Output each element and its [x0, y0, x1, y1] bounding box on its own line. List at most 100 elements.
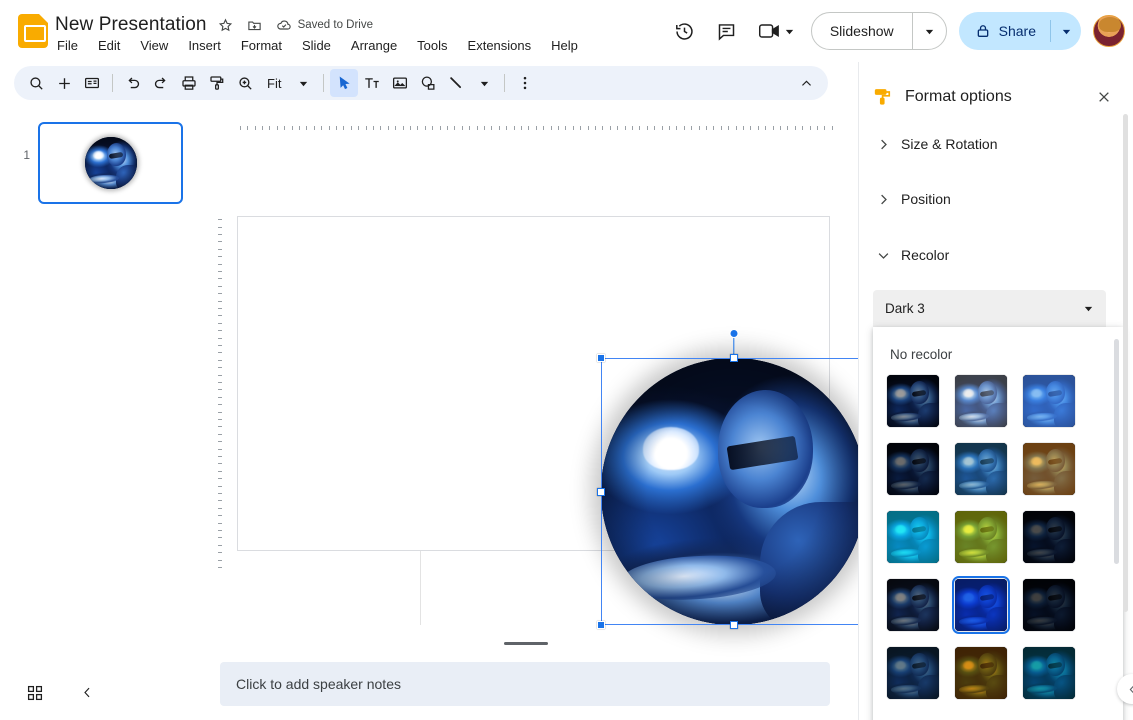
ruler-tick	[395, 126, 397, 130]
menu-tools[interactable]: Tools	[415, 37, 449, 54]
ruler-tick	[742, 126, 744, 130]
ruler-tick	[218, 337, 222, 339]
star-icon[interactable]	[216, 15, 236, 35]
ruler-tick	[432, 126, 434, 130]
move-to-folder-icon[interactable]	[245, 15, 265, 35]
resize-handle-s[interactable]	[729, 621, 738, 629]
section-recolor[interactable]: Recolor	[859, 235, 1133, 275]
resize-handle-sw[interactable]	[597, 621, 605, 629]
ruler-tick	[683, 126, 685, 130]
selected-image-object[interactable]	[597, 329, 870, 629]
slide-thumbnail[interactable]	[38, 122, 183, 204]
more-options-icon[interactable]	[511, 69, 539, 97]
ruler-tick	[328, 126, 330, 130]
menu-slide[interactable]: Slide	[300, 37, 333, 54]
section-size-rotation[interactable]: Size & Rotation	[859, 124, 1133, 164]
line-icon[interactable]	[442, 69, 470, 97]
recolor-swatch[interactable]	[955, 647, 1007, 699]
recolor-swatch[interactable]	[955, 443, 1007, 495]
recolor-swatch[interactable]	[887, 579, 939, 631]
redo-icon[interactable]	[147, 69, 175, 97]
document-title[interactable]: New Presentation	[55, 14, 207, 36]
ruler-tick	[609, 126, 611, 130]
recolor-swatch[interactable]	[887, 647, 939, 699]
ruler-tick	[218, 478, 222, 480]
ruler-tick	[239, 126, 241, 130]
ruler-tick	[735, 126, 737, 130]
recolor-swatch[interactable]	[1023, 579, 1075, 631]
ruler-tick	[276, 126, 278, 130]
section-position[interactable]: Position	[859, 179, 1133, 219]
speaker-notes-field[interactable]: Click to add speaker notes	[220, 662, 830, 706]
recolor-swatch[interactable]	[1023, 375, 1075, 427]
menu-extensions[interactable]: Extensions	[466, 37, 534, 54]
resize-handle-n[interactable]	[729, 354, 738, 362]
notes-resize-grip[interactable]	[504, 642, 548, 645]
menu-insert[interactable]: Insert	[186, 37, 223, 54]
ruler-tick	[218, 404, 222, 406]
layout-icon[interactable]	[78, 69, 106, 97]
recolor-swatch[interactable]	[887, 375, 939, 427]
rotation-handle[interactable]	[729, 329, 738, 338]
circular-image	[601, 358, 866, 625]
search-icon[interactable]	[22, 69, 50, 97]
undo-icon[interactable]	[119, 69, 147, 97]
paint-format-icon[interactable]	[203, 69, 231, 97]
resize-handle-nw[interactable]	[597, 354, 605, 362]
option-no-recolor[interactable]: No recolor	[873, 337, 1123, 371]
recolor-swatch[interactable]	[887, 443, 939, 495]
recolor-select[interactable]: Dark 3	[873, 290, 1106, 327]
share-button[interactable]: Share	[959, 12, 1050, 50]
line-dropdown-icon[interactable]	[470, 69, 498, 97]
avatar[interactable]	[1093, 15, 1125, 47]
ruler-tick	[446, 126, 448, 130]
chevron-left-icon[interactable]	[74, 680, 100, 706]
toolbar-divider-2	[323, 74, 325, 92]
ruler-tick	[602, 126, 604, 130]
horizontal-ruler[interactable]	[235, 116, 858, 130]
menu-view[interactable]: View	[138, 37, 170, 54]
comment-icon[interactable]	[708, 12, 746, 50]
select-cursor-icon[interactable]	[330, 69, 359, 97]
recolor-swatch[interactable]	[955, 511, 1007, 563]
dropdown-scrollbar[interactable]	[1114, 339, 1119, 564]
recolor-swatch[interactable]	[951, 575, 1011, 635]
text-box-icon[interactable]	[358, 69, 386, 97]
recolor-swatch[interactable]	[1023, 511, 1075, 563]
new-slide-icon[interactable]	[50, 69, 78, 97]
menu-format[interactable]: Format	[239, 37, 284, 54]
recolor-swatch[interactable]	[887, 511, 939, 563]
resize-handle-w[interactable]	[597, 487, 605, 496]
slideshow-dropdown-icon[interactable]	[913, 13, 946, 49]
meet-camera-button[interactable]	[750, 12, 801, 50]
recolor-swatch[interactable]	[1023, 443, 1075, 495]
ruler-tick	[218, 537, 222, 539]
slideshow-button[interactable]: Slideshow	[812, 13, 912, 49]
grid-view-icon[interactable]	[22, 680, 48, 706]
ruler-tick	[476, 126, 478, 130]
ruler-tick	[218, 278, 222, 280]
zoom-dropdown-icon[interactable]	[289, 69, 317, 97]
chevron-down-icon	[1083, 303, 1094, 314]
zoom-icon[interactable]	[231, 69, 259, 97]
ruler-tick	[705, 126, 707, 130]
zoom-level-label[interactable]: Fit	[259, 69, 289, 97]
recolor-swatch[interactable]	[955, 375, 1007, 427]
recolor-swatch[interactable]	[1023, 647, 1075, 699]
close-icon[interactable]	[1089, 82, 1119, 112]
ruler-tick	[535, 126, 537, 130]
menu-edit[interactable]: Edit	[96, 37, 122, 54]
panel-scrollbar[interactable]	[1123, 114, 1128, 612]
ruler-tick	[218, 308, 222, 310]
menu-help[interactable]: Help	[549, 37, 580, 54]
vertical-ruler[interactable]	[208, 218, 222, 577]
chevron-up-icon[interactable]	[792, 69, 820, 97]
share-dropdown-icon[interactable]	[1051, 12, 1081, 50]
chevron-down-icon	[869, 248, 897, 263]
shape-icon[interactable]	[414, 69, 442, 97]
version-history-icon[interactable]	[666, 12, 704, 50]
print-icon[interactable]	[175, 69, 203, 97]
menu-arrange[interactable]: Arrange	[349, 37, 399, 54]
insert-image-icon[interactable]	[386, 69, 414, 97]
menu-file[interactable]: File	[55, 37, 80, 54]
